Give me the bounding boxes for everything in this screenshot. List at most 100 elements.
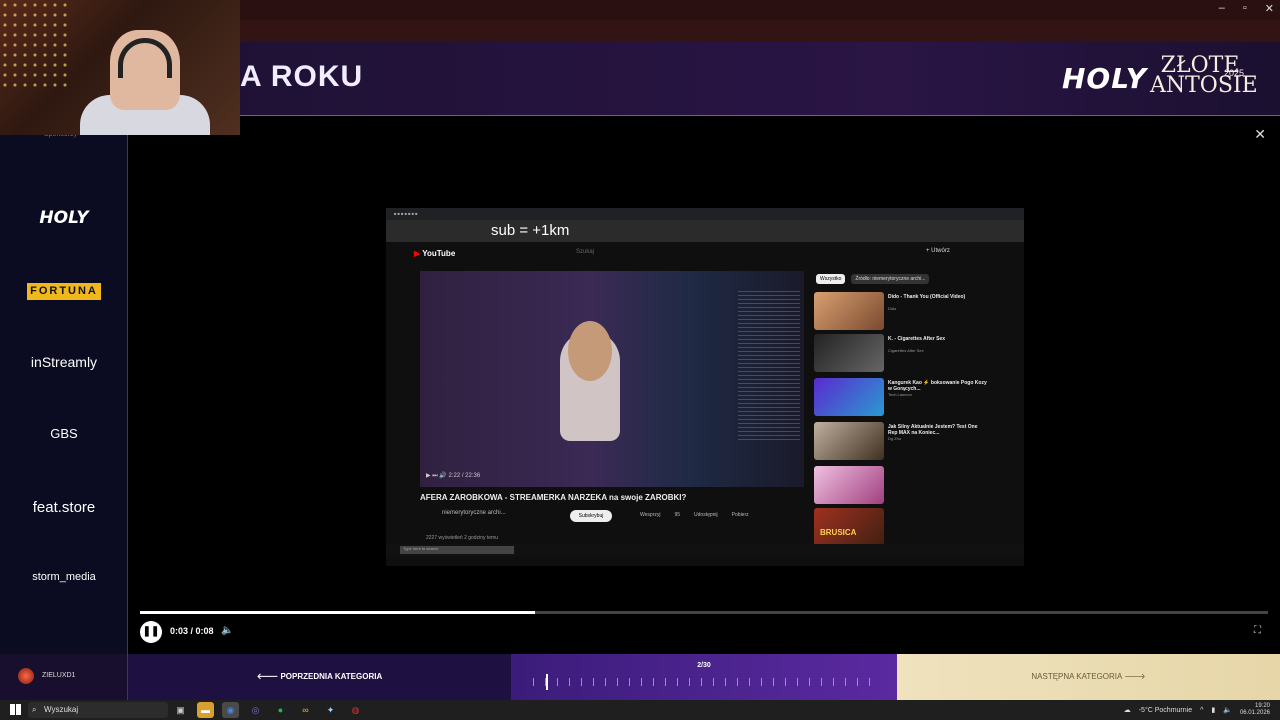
rec-thumb [814,466,884,504]
window-controls: – ▫ ✕ [1219,2,1274,15]
nested-player-time: 2:22 / 22:36 [448,473,481,479]
nested-video-title: AFERA ZAROBKOWA - STREAMERKA NARZEKA na … [420,493,687,502]
rec-thumb [814,334,884,372]
chip-all: Wszystko [816,274,846,284]
username: ZIELUXD1 [42,672,76,679]
fairy-lights [0,0,70,90]
category-progress: 2/30 [511,654,897,700]
rec-thumb [814,378,884,416]
user-badge[interactable]: ZIELUXD1 [0,654,128,700]
brand-antosie-text: ANTOSIE [1150,73,1258,98]
video-modal: ✕ ■ ■ ■ ■ ■ ■ ■ sub = +1km ▶ YouTube Szu… [128,116,1280,654]
rec-thumb [814,292,884,330]
rec-title: Kangurek Kao ⚡ boksowanie Pogo Kozy w Go… [888,380,987,392]
next-category-button[interactable]: NASTĘPNA KATEGORIA 🡒 [897,654,1280,700]
network-icon[interactable]: ▮ [1211,706,1215,714]
youtube-create: + Utwórz [926,248,950,254]
nested-views: 2227 wyświetleń 2 godziny temu [426,535,498,541]
rec-item: K. - Cigarettes After Sex Cigarettes Aft… [814,334,1004,372]
chat-column [738,291,800,441]
search-icon: ⌕ [32,705,37,714]
rec-item: Kangurek Kao ⚡ boksowanie Pogo Kozy w Go… [814,378,1004,416]
nested-address-bar: sub = +1km [386,220,1024,242]
file-explorer-icon[interactable]: ▬ [197,702,214,718]
chrome-icon[interactable]: ◉ [222,702,239,718]
category-ticks [533,678,873,686]
page-title: A ROKU [240,60,364,93]
obs-icon[interactable]: ◍ [347,702,364,718]
rec-item [814,466,1004,504]
youtube-logo: ▶ YouTube [414,249,456,258]
youtube-logo-text: YouTube [422,249,456,258]
fullscreen-icon[interactable]: ⛶ [1254,625,1261,636]
volume-icon[interactable]: 🔈 [221,625,233,636]
windows-taskbar: ⌕ Wyszukaj ▣ ▬ ◉ ◎ ● ∞ ✦ ◍ ☁ -5°C Pochmu… [0,700,1280,720]
brand-holy-logo: HOLY [1062,62,1147,95]
taskbar-search[interactable]: ⌕ Wyszukaj [28,702,168,718]
youtube-search: Szukaj [576,249,595,255]
sponsor-holy[interactable]: HOLY [0,208,128,228]
maximize-icon[interactable]: ▫ [1243,2,1247,15]
speaker-icon[interactable]: 🔈 [1223,706,1232,714]
app-icon[interactable]: ∞ [297,702,314,718]
arrow-right-icon: 🡒 [1124,672,1146,681]
arrow-left-icon: 🡐 [256,672,279,681]
rec-thumb [814,422,884,460]
tray-chevron-icon[interactable]: ^ [1200,707,1203,714]
sponsor-gbs[interactable]: GBS [0,426,128,441]
nested-player-controls: ▶ ⏭ 🔊 2:22 / 22:36 [426,473,481,479]
minimize-icon[interactable]: – [1219,2,1225,15]
rec-title: Jak Silny Aktualnie Jestem? Test One Rep… [888,424,978,436]
sponsor-storm-media[interactable]: storm_media [0,571,128,583]
nested-taskbar: Type here to search [386,544,1024,556]
sponsor-fortuna[interactable]: FORTUNA [27,283,101,300]
chip-source: Źródło: niemerytoryczne archi... [851,274,930,284]
rec-meta: Cigarettes After Sex [888,348,924,353]
nested-chips: Wszystko Źródło: niemerytoryczne archi..… [816,274,930,284]
pause-button[interactable]: ❚❚ [140,621,162,643]
sponsors-sidebar: Sponsorzy HOLY FORTUNA inStreamly GBS fe… [0,116,128,654]
streamer-head [568,321,612,381]
next-category-label: NASTĘPNA KATEGORIA [1031,672,1122,681]
avatar [18,668,34,684]
discord-icon[interactable]: ◎ [247,702,264,718]
rec-thumb-text: BRUSICA [820,528,857,537]
spotify-icon[interactable]: ● [272,702,289,718]
steam-icon[interactable]: ✦ [322,702,339,718]
rec-meta: Dg Zhu [888,436,902,441]
rec-item: Dido - Thank You (Official Video) Dido [814,292,1004,330]
rec-thumb: BRUSICA [814,508,884,546]
nominee-video[interactable]: ■ ■ ■ ■ ■ ■ ■ sub = +1km ▶ YouTube Szuka… [386,208,1024,566]
close-icon[interactable]: ✕ [1254,126,1266,143]
clock-time: 19:20 [1254,703,1270,709]
category-footer: ZIELUXD1 🡐 POPRZEDNIA KATEGORIA 2/30 NAS… [0,654,1280,700]
system-tray: ☁ -5°C Pochmurnie ^ ▮ 🔈 19:20 06.01.2026 [1124,703,1270,717]
nested-support: Wesprzyj [640,512,661,518]
close-window-icon[interactable]: ✕ [1265,2,1274,15]
rec-title: Dido - Thank You (Official Video) [888,294,966,300]
nested-download: Pobierz [731,512,749,518]
nested-actions: Wesprzyj 95 Udostępnij Pobierz [640,512,749,518]
progress-bar[interactable] [140,611,1268,614]
clock[interactable]: 19:20 06.01.2026 [1240,703,1270,717]
sponsor-featstore[interactable]: feat.store [0,499,128,516]
progress-fill [140,611,535,614]
task-view-icon[interactable]: ▣ [172,702,189,718]
category-cursor [546,674,548,690]
windows-start-icon[interactable] [10,704,21,715]
rec-meta: Dido [888,306,897,311]
rec-meta: Tech Lawrum [888,392,912,397]
video-caption: sub = +1km [491,222,570,239]
weather-text: -5°C Pochmurnie [1138,706,1193,714]
prev-category-label: POPRZEDNIA KATEGORIA [280,672,383,681]
nested-player [420,271,804,487]
prev-category-button[interactable]: 🡐 POPRZEDNIA KATEGORIA [128,654,511,700]
youtube-create-label: Utwórz [931,248,950,254]
rec-title: K. - Cigarettes After Sex [888,336,946,342]
time-display: 0:03 / 0:08 [170,626,214,636]
nested-subscribe-button: Subskrybuj [570,510,612,522]
weather-icon: ☁ [1123,707,1131,714]
sponsor-instreamly[interactable]: inStreamly [0,354,128,370]
nested-share: Udostępnij [694,512,718,518]
brand-year: 2025 [1224,68,1245,78]
